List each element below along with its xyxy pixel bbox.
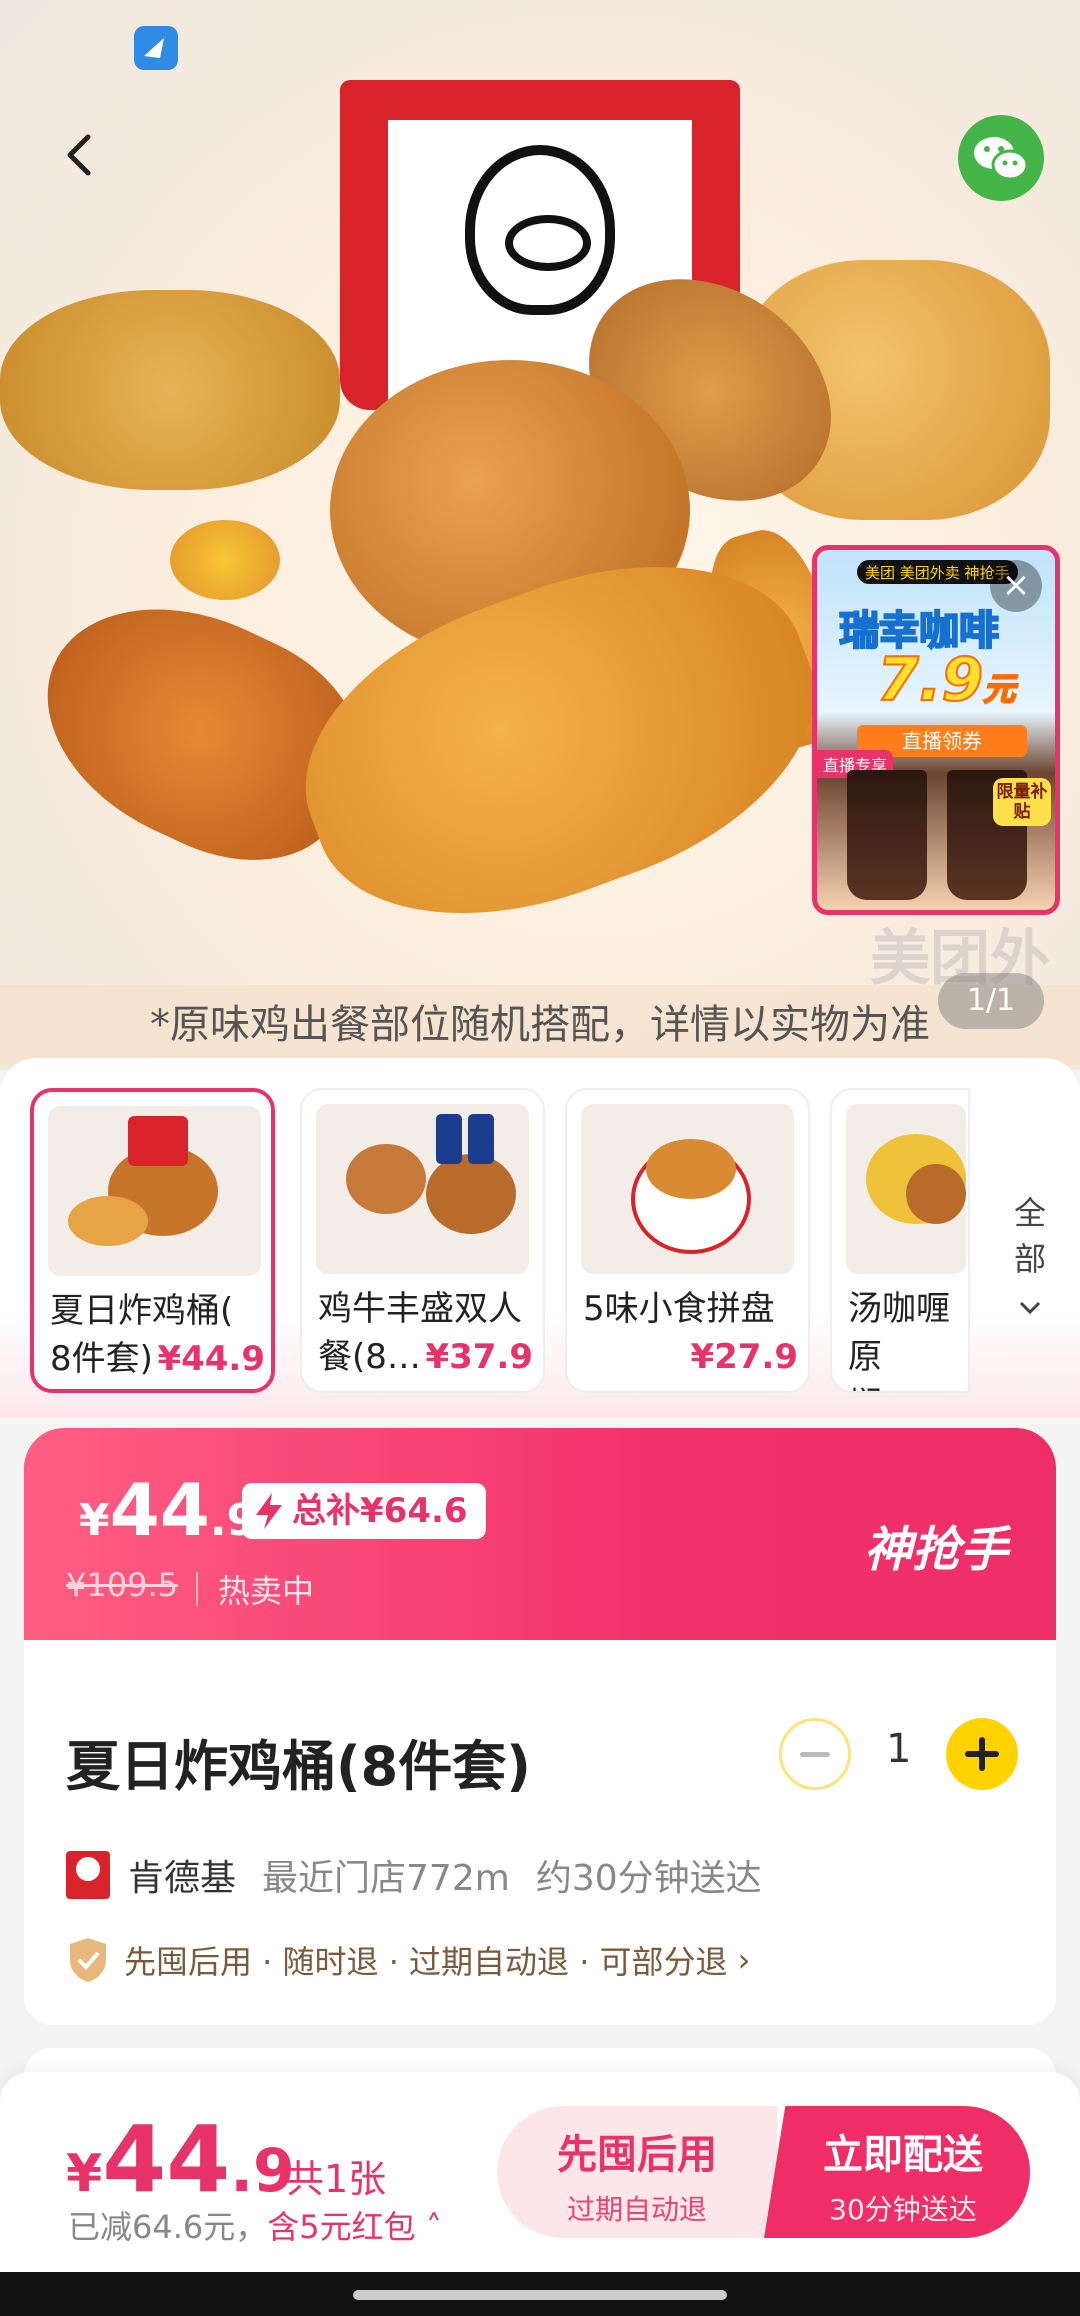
product-card-name: 5味小食拼盘 ¥27.9 — [583, 1285, 798, 1381]
product-card-name: 汤咖喱原 焖拌…¥ — [848, 1285, 968, 1391]
hero-caption: *原味鸡出餐部位随机搭配，详情以实物为准 — [0, 985, 1080, 1065]
product-card[interactable]: 鸡牛丰盛双人 餐(8… ¥37.9 — [300, 1088, 545, 1393]
popcorn-chicken — [0, 290, 340, 490]
wechat-share-button[interactable] — [958, 115, 1044, 201]
divider — [196, 1572, 198, 1606]
page-indicator: 1/1 — [938, 973, 1044, 1029]
product-info-card: 夏日炸鸡桶(8件套) 1 肯德基 最近门店772m 约30分钟送达 先囤后用 ·… — [24, 1640, 1056, 2025]
product-card[interactable]: 汤咖喱原 焖拌…¥ — [830, 1088, 970, 1393]
product-image — [316, 1104, 529, 1274]
product-carousel[interactable]: 夏日炸鸡桶( 8件套) ¥44.9 鸡牛丰盛双人 餐(8… ¥37.9 5味小食拼盘… — [0, 1058, 1080, 1418]
ticket-count: 共1张 — [286, 2157, 387, 2201]
shield-check-icon — [70, 1938, 106, 1982]
product-card-name: 夏日炸鸡桶( 8件套) ¥44.9 — [50, 1287, 265, 1383]
product-image — [48, 1106, 261, 1276]
show-all-button[interactable]: 全 部 — [1000, 1190, 1060, 1328]
increase-quantity-button[interactable] — [946, 1718, 1018, 1790]
promo-price: 7.9元 — [876, 644, 1016, 716]
promo-limited-badge: 限量补贴 — [993, 778, 1051, 826]
store-name: 肯德基 — [128, 1858, 237, 1899]
product-card-name: 鸡牛丰盛双人 餐(8… ¥37.9 — [318, 1285, 533, 1381]
chevron-right-icon: › — [737, 1941, 751, 1979]
product-image — [846, 1104, 966, 1274]
close-icon[interactable]: × — [990, 560, 1042, 612]
deliver-now-button[interactable]: 立即配送 30分钟送达 — [764, 2106, 1030, 2238]
product-card[interactable]: 5味小食拼盘 ¥27.9 — [565, 1088, 810, 1393]
chevron-down-icon — [1000, 1282, 1060, 1328]
store-info[interactable]: 肯德基 最近门店772m 约30分钟送达 — [66, 1850, 762, 1900]
bottom-action-bar: ¥44.9 共1张 已减64.6元，含5元红包 ˄ 先囤后用 过期自动退 立即配… — [0, 2072, 1080, 2272]
product-card-price: ¥ — [949, 1381, 968, 1391]
product-title: 夏日炸鸡桶(8件套) — [66, 1735, 531, 1798]
delivery-time: 约30分钟送达 — [535, 1858, 762, 1899]
egg-tart — [170, 520, 280, 600]
home-indicator[interactable] — [353, 2290, 727, 2300]
sale-status: 热卖中 — [218, 1572, 315, 1610]
wechat-icon — [974, 137, 1029, 181]
store-distance: 最近门店772m — [262, 1858, 510, 1899]
product-card-price: ¥27.9 — [690, 1337, 798, 1377]
total-price: ¥44.9 — [66, 2106, 295, 2213]
coffee-cup-image — [847, 770, 927, 900]
quantity-value: 1 — [886, 1726, 912, 1772]
product-card-price: ¥44.9 — [157, 1339, 265, 1379]
app-badge-icon — [134, 26, 178, 70]
current-price: ¥44.9 — [79, 1468, 258, 1552]
product-card-price: ¥37.9 — [425, 1337, 533, 1377]
subsidy-badge: 总补¥64.6 — [242, 1483, 486, 1539]
discount-detail[interactable]: 已减64.6元，含5元红包 ˄ — [68, 2202, 442, 2248]
product-card[interactable]: 夏日炸鸡桶( 8件套) ¥44.9 — [30, 1088, 275, 1393]
decrease-quantity-button[interactable] — [779, 1718, 851, 1790]
chevron-left-icon — [67, 134, 91, 176]
colonel-logo — [465, 145, 615, 315]
chevron-up-icon: ˄ — [425, 2208, 442, 2246]
buy-now-use-later-button[interactable]: 先囤后用 过期自动退 — [497, 2106, 777, 2238]
price-banner: ¥44.9 总补¥64.6 ¥109.5 热卖中 神抢手 — [24, 1428, 1056, 1648]
kfc-logo-icon — [66, 1851, 110, 1899]
original-price: ¥109.5 — [66, 1566, 178, 1604]
lightning-icon — [256, 1493, 282, 1529]
product-image — [581, 1104, 794, 1274]
brand-logo: 神抢手 — [864, 1522, 1009, 1578]
refund-policy[interactable]: 先囤后用 · 随时退 · 过期自动退 · 可部分退 › — [66, 1935, 750, 1985]
back-button[interactable] — [50, 125, 110, 185]
